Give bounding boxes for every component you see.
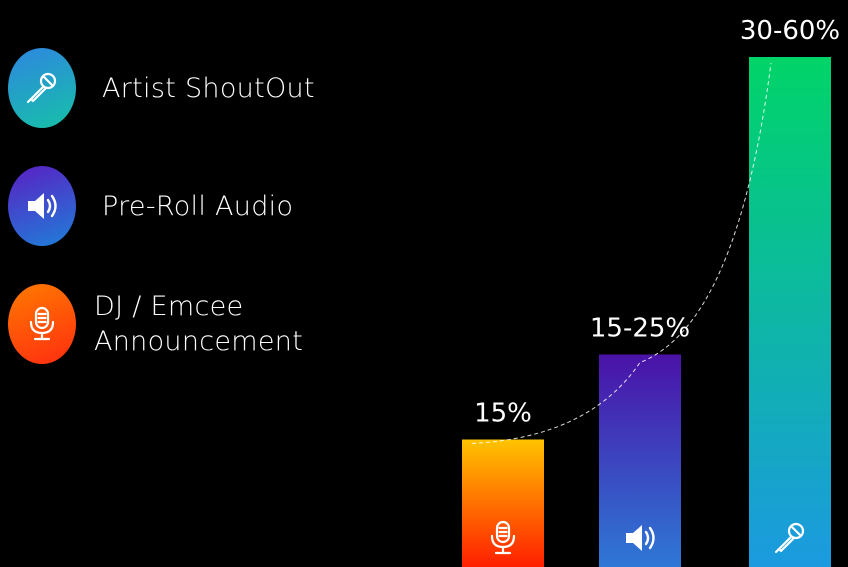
bar-value-label: 15%: [474, 399, 532, 429]
bar-value-label: 15-25%: [590, 314, 690, 344]
bar-artist-shoutout: [749, 57, 831, 567]
bar-chart: 15% 15-25% 30-60%: [462, 16, 840, 567]
bar-value-label: 30-60%: [740, 16, 840, 46]
bars-layer: [462, 57, 831, 567]
